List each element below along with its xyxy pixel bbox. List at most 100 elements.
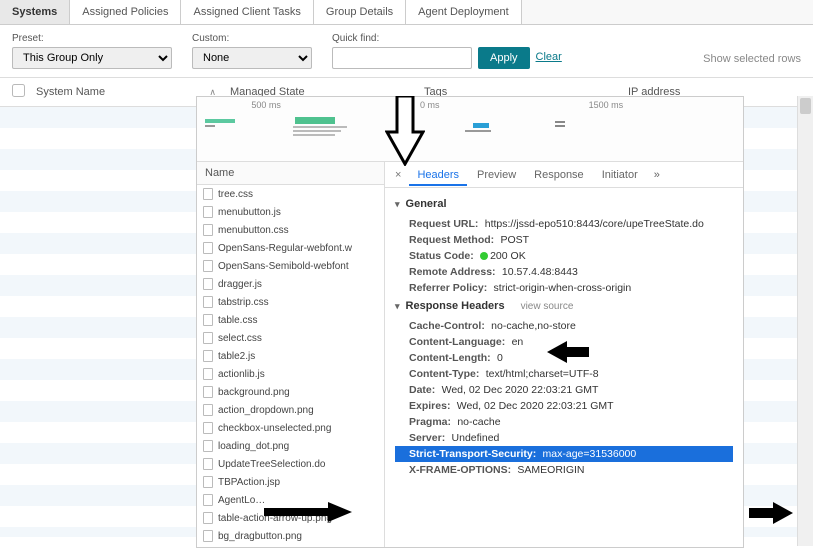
view-source-link[interactable]: view source (521, 301, 574, 312)
file-name: tabstrip.css (218, 297, 269, 308)
detail-tabs: × Headers Preview Response Initiator » (385, 162, 743, 188)
file-icon (203, 314, 213, 326)
network-request-row[interactable]: tabstrip.css (197, 293, 384, 311)
network-file-list[interactable]: tree.css menubutton.js menubutton.css OpenS… (197, 185, 384, 547)
file-icon (203, 224, 213, 236)
general-section[interactable]: General (395, 198, 733, 210)
network-request-row[interactable]: OpenSans-Semibold-webfont (197, 257, 384, 275)
main-tabs: Systems Assigned Policies Assigned Clien… (0, 0, 813, 25)
file-name: menubutton.js (218, 207, 281, 218)
file-icon (203, 386, 213, 398)
name-column-header[interactable]: Name (197, 162, 384, 185)
tab-agent-deployment[interactable]: Agent Deployment (406, 0, 522, 24)
file-name: TBPAction.jsp (218, 477, 280, 488)
network-request-row[interactable]: loading_dot.png (197, 437, 384, 455)
custom-select[interactable]: None (192, 47, 312, 69)
custom-label: Custom: (192, 33, 312, 44)
clear-link[interactable]: Clear (536, 51, 562, 63)
file-name: table-action-arrow-up.png (218, 513, 332, 524)
file-name: UpdateTreeSelection.do (218, 459, 325, 470)
file-name: table2.js (218, 351, 255, 362)
network-request-row[interactable]: OpenSans-Regular-webfont.w (197, 239, 384, 257)
network-request-row[interactable]: background.png (197, 383, 384, 401)
response-header-row[interactable]: Pragma: no-cache (395, 414, 733, 430)
file-name: OpenSans-Regular-webfont.w (218, 243, 352, 254)
response-header-row[interactable]: Strict-Transport-Security: max-age=31536… (395, 446, 733, 462)
tab-preview[interactable]: Preview (469, 164, 524, 186)
network-request-row[interactable]: table.css (197, 311, 384, 329)
response-header-row[interactable]: Date: Wed, 02 Dec 2020 22:03:21 GMT (395, 382, 733, 398)
response-header-row[interactable]: Server: Undefined (395, 430, 733, 446)
preset-select[interactable]: This Group Only (12, 47, 172, 69)
file-icon (203, 350, 213, 362)
file-icon (203, 512, 213, 524)
file-name: menubutton.css (218, 225, 289, 236)
tab-systems[interactable]: Systems (0, 0, 70, 24)
tab-assigned-policies[interactable]: Assigned Policies (70, 0, 181, 24)
response-header-row[interactable]: Cache-Control: no-cache,no-store (395, 318, 733, 334)
network-request-row[interactable]: select.css (197, 329, 384, 347)
show-selected-rows[interactable]: Show selected rows (703, 53, 801, 65)
tab-group-details[interactable]: Group Details (314, 0, 406, 24)
close-icon[interactable]: × (389, 169, 407, 181)
network-request-row[interactable]: checkbox-unselected.png (197, 419, 384, 437)
status-ok-icon (480, 252, 488, 260)
response-headers-section[interactable]: Response Headers view source (395, 300, 733, 312)
timeline-graph (205, 113, 735, 153)
file-name: table.css (218, 315, 257, 326)
file-icon (203, 188, 213, 200)
file-icon (203, 476, 213, 488)
file-name: checkbox-unselected.png (218, 423, 331, 434)
file-name: tree.css (218, 189, 253, 200)
vertical-scrollbar[interactable] (797, 96, 813, 546)
file-icon (203, 422, 213, 434)
file-icon (203, 494, 213, 506)
quick-find-input[interactable] (332, 47, 472, 69)
tab-initiator[interactable]: Initiator (594, 164, 646, 186)
network-request-row[interactable]: UpdateTreeSelection.do (197, 455, 384, 473)
file-name: select.css (218, 333, 262, 344)
file-icon (203, 242, 213, 254)
response-header-row[interactable]: Content-Language: en (395, 334, 733, 350)
response-header-row[interactable]: X-FRAME-OPTIONS: SAMEORIGIN (395, 462, 733, 478)
preset-label: Preset: (12, 33, 172, 44)
network-request-row[interactable]: AgentLo… (197, 491, 384, 509)
file-icon (203, 206, 213, 218)
network-request-row[interactable]: action_dropdown.png (197, 401, 384, 419)
devtools-panel: 500 ms 0 ms 1500 ms Name tree.css menubut… (196, 96, 744, 548)
network-request-row[interactable]: tree.css (197, 185, 384, 203)
headers-detail[interactable]: General Request URL: https://jssd-epo510… (385, 188, 743, 547)
tab-headers[interactable]: Headers (409, 164, 467, 186)
file-icon (203, 530, 213, 542)
response-header-row[interactable]: Content-Type: text/html;charset=UTF-8 (395, 366, 733, 382)
network-request-row[interactable]: dragger.js (197, 275, 384, 293)
timeline-tick: 0 ms (420, 100, 560, 110)
file-name: loading_dot.png (218, 441, 289, 452)
timeline-tick: 500 ms (251, 100, 391, 110)
select-all-checkbox[interactable] (12, 84, 25, 97)
network-timeline[interactable]: 500 ms 0 ms 1500 ms (197, 97, 743, 162)
file-name: background.png (218, 387, 290, 398)
file-icon (203, 260, 213, 272)
quick-find-label: Quick find: (332, 33, 562, 44)
network-request-row[interactable]: bg_dragbutton.png (197, 527, 384, 545)
col-system-name[interactable]: System Name (36, 86, 105, 98)
network-request-row[interactable]: menubutton.js (197, 203, 384, 221)
more-tabs-icon[interactable]: » (648, 169, 666, 181)
file-name: dragger.js (218, 279, 262, 290)
network-request-row[interactable]: table2.js (197, 347, 384, 365)
network-request-row[interactable]: actionlib.js (197, 365, 384, 383)
timeline-tick: 1500 ms (589, 100, 729, 110)
file-name: OpenSans-Semibold-webfont (218, 261, 349, 272)
apply-button[interactable]: Apply (478, 47, 530, 69)
network-request-row[interactable]: table-action-arrow-up.png (197, 509, 384, 527)
file-name: AgentLo… (218, 495, 265, 506)
tab-assigned-client-tasks[interactable]: Assigned Client Tasks (181, 0, 313, 24)
filter-bar: Preset: This Group Only Custom: None Qui… (0, 25, 813, 78)
network-request-row[interactable]: menubutton.css (197, 221, 384, 239)
response-header-row[interactable]: Content-Length: 0 (395, 350, 733, 366)
file-icon (203, 440, 213, 452)
tab-response[interactable]: Response (526, 164, 592, 186)
response-header-row[interactable]: Expires: Wed, 02 Dec 2020 22:03:21 GMT (395, 398, 733, 414)
network-request-row[interactable]: TBPAction.jsp (197, 473, 384, 491)
